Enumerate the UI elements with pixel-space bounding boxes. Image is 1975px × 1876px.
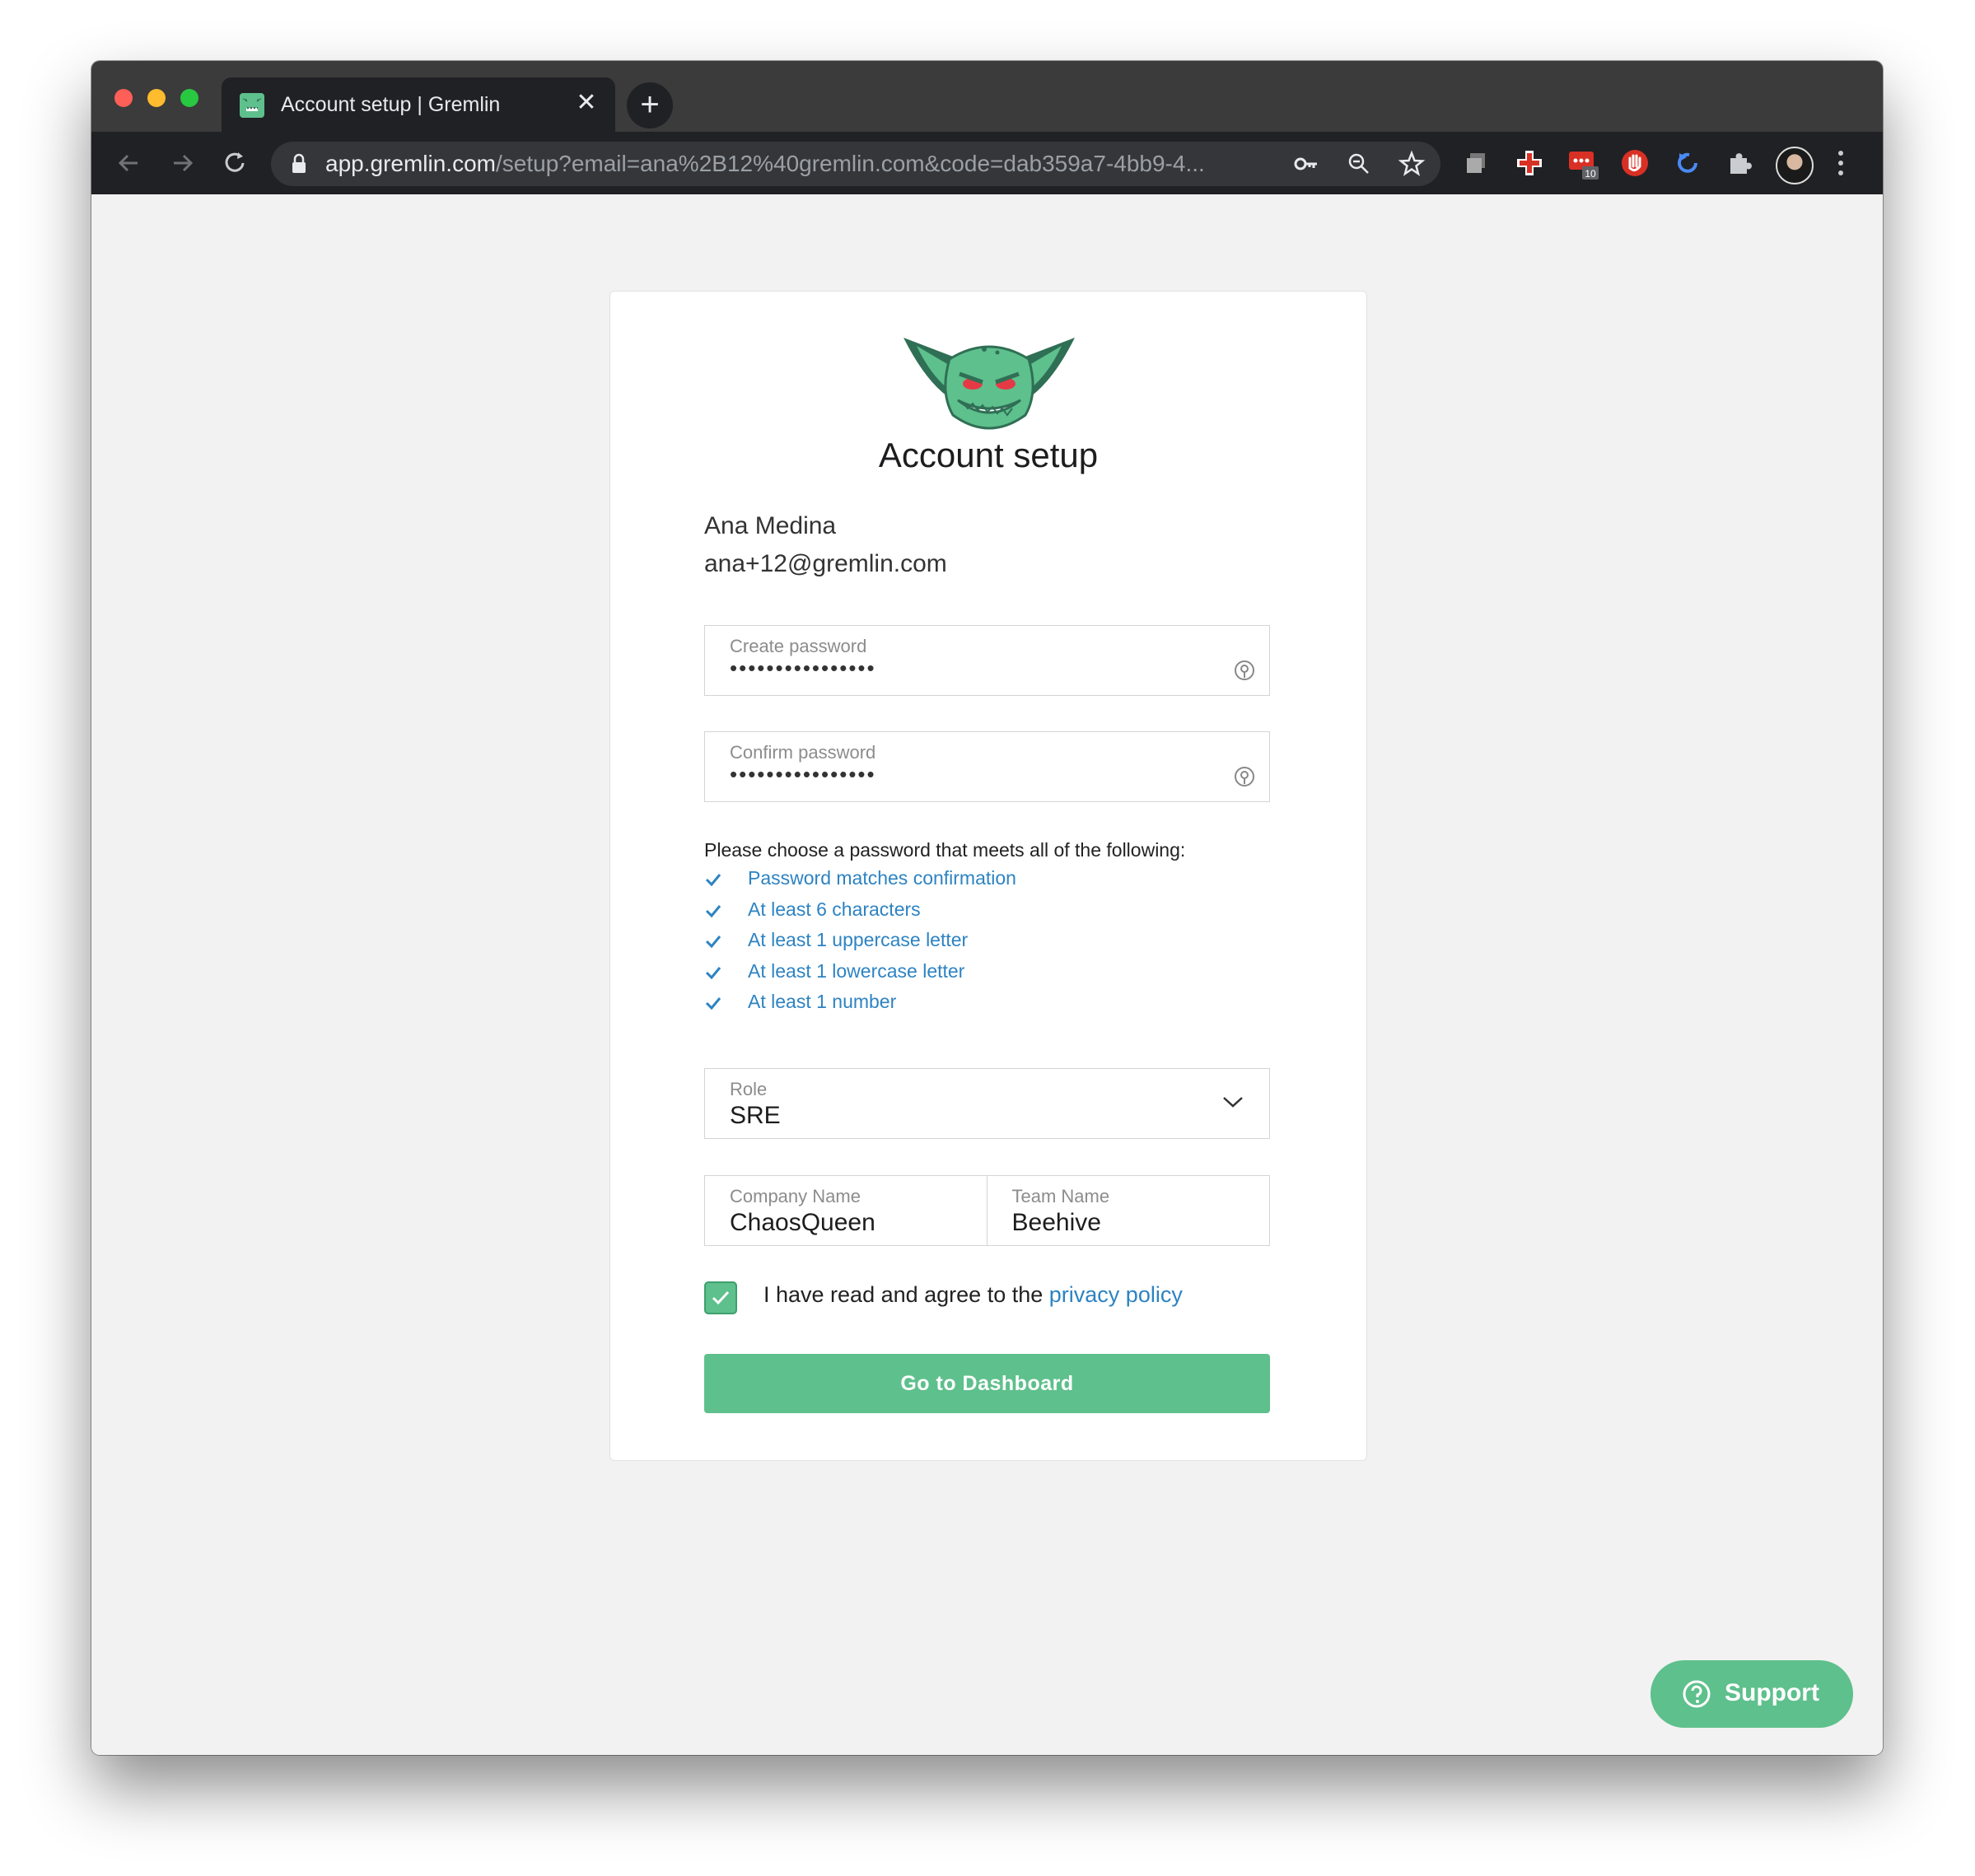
user-name: Ana Medina xyxy=(704,512,837,539)
key-icon[interactable] xyxy=(1292,150,1320,178)
dots-extension-icon[interactable]: 10 xyxy=(1566,147,1599,180)
browser-window: Account setup | Gremlin ✕ + app.gremlin.… xyxy=(91,61,1883,1755)
close-tab-icon[interactable]: ✕ xyxy=(572,89,600,117)
password-manager-icon[interactable] xyxy=(1233,765,1256,788)
back-icon[interactable] xyxy=(113,147,146,180)
lock-icon xyxy=(292,153,306,173)
maximize-window-button[interactable] xyxy=(180,89,198,107)
tab-title: Account setup | Gremlin xyxy=(281,93,501,116)
url-text: app.gremlin.com/setup?email=ana%2B12%40g… xyxy=(325,151,1205,176)
check-icon xyxy=(705,936,721,949)
title-bar: Account setup | Gremlin ✕ + xyxy=(91,61,1883,132)
role-select[interactable]: Role SRE xyxy=(704,1068,1270,1139)
address-bar[interactable]: app.gremlin.com/setup?email=ana%2B12%40g… xyxy=(271,142,1440,186)
user-email: ana+12@gremlin.com xyxy=(704,550,947,577)
zoom-icon[interactable] xyxy=(1345,150,1373,178)
company-name-value: ChaosQueen xyxy=(730,1209,875,1236)
hand-stop-extension-icon[interactable] xyxy=(1618,147,1651,180)
checkmark-icon xyxy=(712,1290,730,1305)
reload-icon[interactable] xyxy=(218,147,251,180)
password-requirements-intro: Please choose a password that meets all … xyxy=(704,839,1186,861)
privacy-agree-text: I have read and agree to the privacy pol… xyxy=(763,1282,1183,1307)
role-label: Role xyxy=(730,1079,768,1099)
forward-icon[interactable] xyxy=(166,147,198,180)
profile-avatar[interactable] xyxy=(1776,147,1814,184)
support-label: Support xyxy=(1725,1679,1819,1706)
confirm-password-field[interactable]: Confirm password •••••••••••••••• xyxy=(704,731,1270,802)
tab-manager-extension-icon[interactable] xyxy=(1460,147,1493,180)
new-tab-button[interactable]: + xyxy=(627,82,673,128)
privacy-agree-checkbox[interactable] xyxy=(704,1281,737,1314)
active-tab[interactable]: Account setup | Gremlin ✕ xyxy=(222,77,615,132)
account-setup-card: Account setup Ana Medina ana+12@gremlin.… xyxy=(609,291,1367,1461)
role-value: SRE xyxy=(730,1102,781,1129)
bookmark-star-icon[interactable] xyxy=(1398,150,1426,178)
create-password-field[interactable]: Create password •••••••••••••••• xyxy=(704,625,1270,696)
team-name-value: Beehive xyxy=(1011,1209,1101,1236)
create-password-label: Create password xyxy=(730,636,867,656)
more-menu-icon[interactable] xyxy=(1836,147,1846,180)
company-name-field[interactable]: Company Name ChaosQueen xyxy=(705,1176,988,1245)
page-content: Account setup Ana Medina ana+12@gremlin.… xyxy=(91,194,1883,1755)
support-button[interactable]: Support xyxy=(1651,1660,1853,1728)
check-icon xyxy=(705,874,721,887)
team-name-field[interactable]: Team Name Beehive xyxy=(988,1176,1270,1245)
privacy-policy-link[interactable]: privacy policy xyxy=(1049,1282,1183,1307)
create-password-value: •••••••••••••••• xyxy=(730,656,876,680)
company-name-label: Company Name xyxy=(730,1186,861,1206)
gremlin-logo-icon xyxy=(903,338,1075,430)
close-window-button[interactable] xyxy=(114,89,133,107)
company-team-fields: Company Name ChaosQueen Team Name Beehiv… xyxy=(704,1175,1270,1246)
first-aid-extension-icon[interactable] xyxy=(1513,147,1546,180)
go-to-dashboard-button[interactable]: Go to Dashboard xyxy=(704,1354,1270,1413)
check-icon xyxy=(705,997,721,1010)
browser-toolbar: app.gremlin.com/setup?email=ana%2B12%40g… xyxy=(91,132,1883,194)
confirm-password-value: •••••••••••••••• xyxy=(730,762,876,786)
help-circle-icon xyxy=(1683,1680,1711,1708)
page-title: Account setup xyxy=(878,436,1099,474)
check-icon xyxy=(705,966,721,979)
password-manager-icon[interactable] xyxy=(1233,659,1256,682)
confirm-password-label: Confirm password xyxy=(730,742,876,763)
puzzle-extensions-icon[interactable] xyxy=(1724,147,1757,180)
check-icon xyxy=(705,904,721,917)
gremlin-favicon-icon xyxy=(240,93,264,118)
refresh-extension-icon[interactable] xyxy=(1671,147,1704,180)
team-name-label: Team Name xyxy=(1011,1186,1110,1206)
extension-badge: 10 xyxy=(1585,168,1596,180)
minimize-window-button[interactable] xyxy=(147,89,166,107)
chevron-down-icon xyxy=(1223,1097,1243,1108)
